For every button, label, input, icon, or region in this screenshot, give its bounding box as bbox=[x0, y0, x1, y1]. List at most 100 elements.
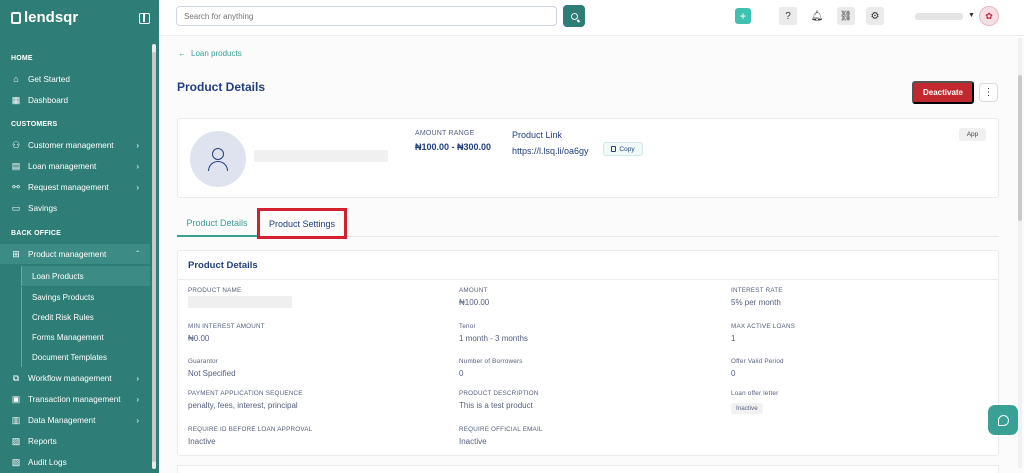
main-scrollbar[interactable] bbox=[1018, 38, 1022, 468]
sidebar-subitem-loan-products[interactable]: Loan Products bbox=[21, 266, 150, 286]
sidebar-item-label: Savings bbox=[28, 203, 58, 213]
channel-badge: App bbox=[959, 128, 986, 141]
field-min-interest: MIN INTEREST AMOUNT ₦0.00 bbox=[188, 323, 265, 343]
users-icon: ⚇ bbox=[11, 139, 21, 150]
sidebar-item-label: Product management bbox=[28, 249, 107, 259]
arrow-left-icon: ← bbox=[178, 49, 186, 58]
field-label: AMOUNT bbox=[459, 287, 488, 294]
transaction-icon: ▣ bbox=[11, 393, 21, 404]
chevron-right-icon: › bbox=[136, 415, 139, 425]
field-require-id: REQUIRE ID BEFORE LOAN APPROVAL Inactive bbox=[188, 426, 312, 446]
search-icon bbox=[570, 12, 578, 20]
field-label: MAX ACTIVE LOANS bbox=[731, 323, 796, 330]
dashboard-icon: ▦ bbox=[11, 94, 21, 105]
field-value: This is a test product bbox=[459, 401, 533, 410]
sidebar-item-data-management[interactable]: ▥ Data Management › bbox=[0, 410, 150, 430]
sidebar-scrollbar[interactable] bbox=[152, 44, 156, 469]
field-label: Loan offer letter bbox=[731, 390, 779, 397]
copy-button[interactable]: Copy bbox=[603, 142, 643, 156]
main-scrollbar-thumb[interactable] bbox=[1018, 75, 1022, 221]
field-interest-rate: INTEREST RATE 5% per month bbox=[731, 287, 783, 307]
sidebar-item-label: Dashboard bbox=[28, 95, 69, 105]
sidebar-item-transaction-management[interactable]: ▣ Transaction management › bbox=[0, 389, 150, 409]
workflow-icon: ⧉ bbox=[12, 372, 20, 383]
field-value: Inactive bbox=[459, 437, 487, 446]
help-icon[interactable]: ? bbox=[779, 7, 797, 25]
field-label: Tenor bbox=[459, 323, 476, 330]
sidebar-item-reports[interactable]: ▨ Reports bbox=[0, 431, 150, 451]
savings-icon: ▭ bbox=[11, 202, 21, 213]
chat-button[interactable] bbox=[988, 405, 1018, 435]
sidebar-item-audit-logs[interactable]: ▧ Audit Logs bbox=[0, 452, 150, 472]
product-icon: ⊞ bbox=[12, 248, 20, 259]
chevron-right-icon: › bbox=[136, 373, 139, 383]
chevron-right-icon: › bbox=[136, 182, 139, 192]
field-max-active-loans: MAX ACTIVE LOANS 1 bbox=[731, 323, 795, 343]
audit-icon: ▧ bbox=[11, 456, 21, 467]
user-name[interactable] bbox=[915, 13, 963, 20]
sidebar-section-home: HOME bbox=[11, 55, 33, 62]
chevron-right-icon: › bbox=[136, 394, 139, 404]
product-avatar bbox=[190, 131, 246, 187]
avatar[interactable]: ✿ bbox=[979, 6, 999, 26]
sidebar-section-back-office: BACK OFFICE bbox=[11, 230, 62, 237]
field-label: PRODUCT NAME bbox=[188, 287, 242, 294]
field-label: Offer Valid Period bbox=[731, 358, 784, 365]
sidebar-collapse-icon[interactable] bbox=[139, 13, 150, 24]
field-value: penalty, fees, interest, principal bbox=[188, 401, 298, 410]
sidebar-subitem-document-templates[interactable]: Document Templates bbox=[21, 347, 150, 367]
sidebar-scrollbar-thumb[interactable] bbox=[152, 52, 156, 462]
amount-range-value: ₦100.00 - ₦300.00 bbox=[415, 142, 492, 152]
field-value: 1 bbox=[731, 334, 736, 343]
reports-icon: ▨ bbox=[11, 435, 21, 446]
amount-range-label: AMOUNT RANGE bbox=[415, 130, 475, 137]
page-title: Product Details bbox=[177, 80, 266, 94]
sidebar-item-dashboard[interactable]: ▦ Dashboard bbox=[0, 90, 150, 110]
back-link[interactable]: ← Loan products bbox=[178, 49, 242, 58]
back-link-label: Loan products bbox=[191, 49, 242, 58]
field-amount: AMOUNT ₦100.00 bbox=[459, 287, 489, 307]
field-label: REQUIRE OFFICIAL EMAIL bbox=[459, 426, 543, 433]
user-icon bbox=[212, 148, 224, 160]
product-link-value[interactable]: https://l.lsq.li/oa6gy bbox=[512, 146, 589, 156]
bell-icon[interactable]: 🔔︎ bbox=[808, 7, 826, 25]
sidebar-item-get-started[interactable]: ⌂ Get Started bbox=[0, 69, 150, 89]
app-logo[interactable]: lendsqr bbox=[11, 9, 78, 26]
sidebar-item-label: Reports bbox=[28, 436, 57, 446]
sidebar-item-label: Workflow management bbox=[28, 373, 112, 383]
sidebar-item-label: Loan management bbox=[28, 161, 97, 171]
field-value: 0 bbox=[459, 369, 464, 378]
product-name-value-redacted bbox=[188, 296, 292, 308]
tab-product-settings[interactable]: Product Settings bbox=[257, 208, 347, 239]
sidebar-item-workflow-management[interactable]: ⧉ Workflow management › bbox=[0, 368, 150, 388]
sidebar-item-label: Audit Logs bbox=[28, 457, 67, 467]
sidebar-item-label: Transaction management bbox=[28, 394, 121, 404]
more-options-button[interactable]: ⋮ bbox=[979, 83, 998, 102]
user-icon-body bbox=[208, 161, 228, 171]
tab-product-details[interactable]: Product Details bbox=[177, 211, 257, 237]
sidebar-subitem-savings-products[interactable]: Savings Products bbox=[21, 287, 150, 307]
sidebar-item-product-management[interactable]: ⊞ Product management ˆ bbox=[0, 244, 150, 264]
search-input[interactable] bbox=[176, 6, 557, 26]
search-button[interactable] bbox=[563, 5, 585, 27]
link-icon[interactable]: ⛓︎ bbox=[837, 7, 855, 25]
field-label: Number of Borrowers bbox=[459, 358, 523, 365]
deactivate-button[interactable]: Deactivate bbox=[912, 81, 974, 104]
home-icon: ⌂ bbox=[13, 74, 19, 84]
product-details-card: Product Details PRODUCT NAME AMOUNT ₦100… bbox=[177, 250, 999, 456]
field-value: Inactive bbox=[188, 437, 216, 446]
sidebar-item-loan-management[interactable]: ▤ Loan management › bbox=[0, 156, 150, 176]
sidebar-item-request-management[interactable]: ⚯ Request management › bbox=[0, 177, 150, 197]
sidebar: lendsqr HOME ⌂ Get Started ▦ Dashboard C… bbox=[0, 0, 159, 473]
request-icon: ⚯ bbox=[12, 181, 20, 192]
field-tenor: Tenor 1 month - 3 months bbox=[459, 323, 528, 343]
chevron-down-icon[interactable]: ▼ bbox=[968, 12, 975, 19]
sidebar-item-customer-management[interactable]: ⚇ Customer management › bbox=[0, 135, 150, 155]
sidebar-subitem-forms-management[interactable]: Forms Management bbox=[21, 327, 150, 347]
field-label: PAYMENT APPLICATION SEQUENCE bbox=[188, 390, 303, 397]
sidebar-item-savings[interactable]: ▭ Savings bbox=[0, 198, 150, 218]
sidebar-subitem-credit-risk-rules[interactable]: Credit Risk Rules bbox=[21, 307, 150, 327]
add-button[interactable]: + bbox=[735, 8, 751, 24]
chevron-right-icon: › bbox=[136, 161, 139, 171]
gear-icon[interactable]: ⚙︎ bbox=[866, 7, 884, 25]
